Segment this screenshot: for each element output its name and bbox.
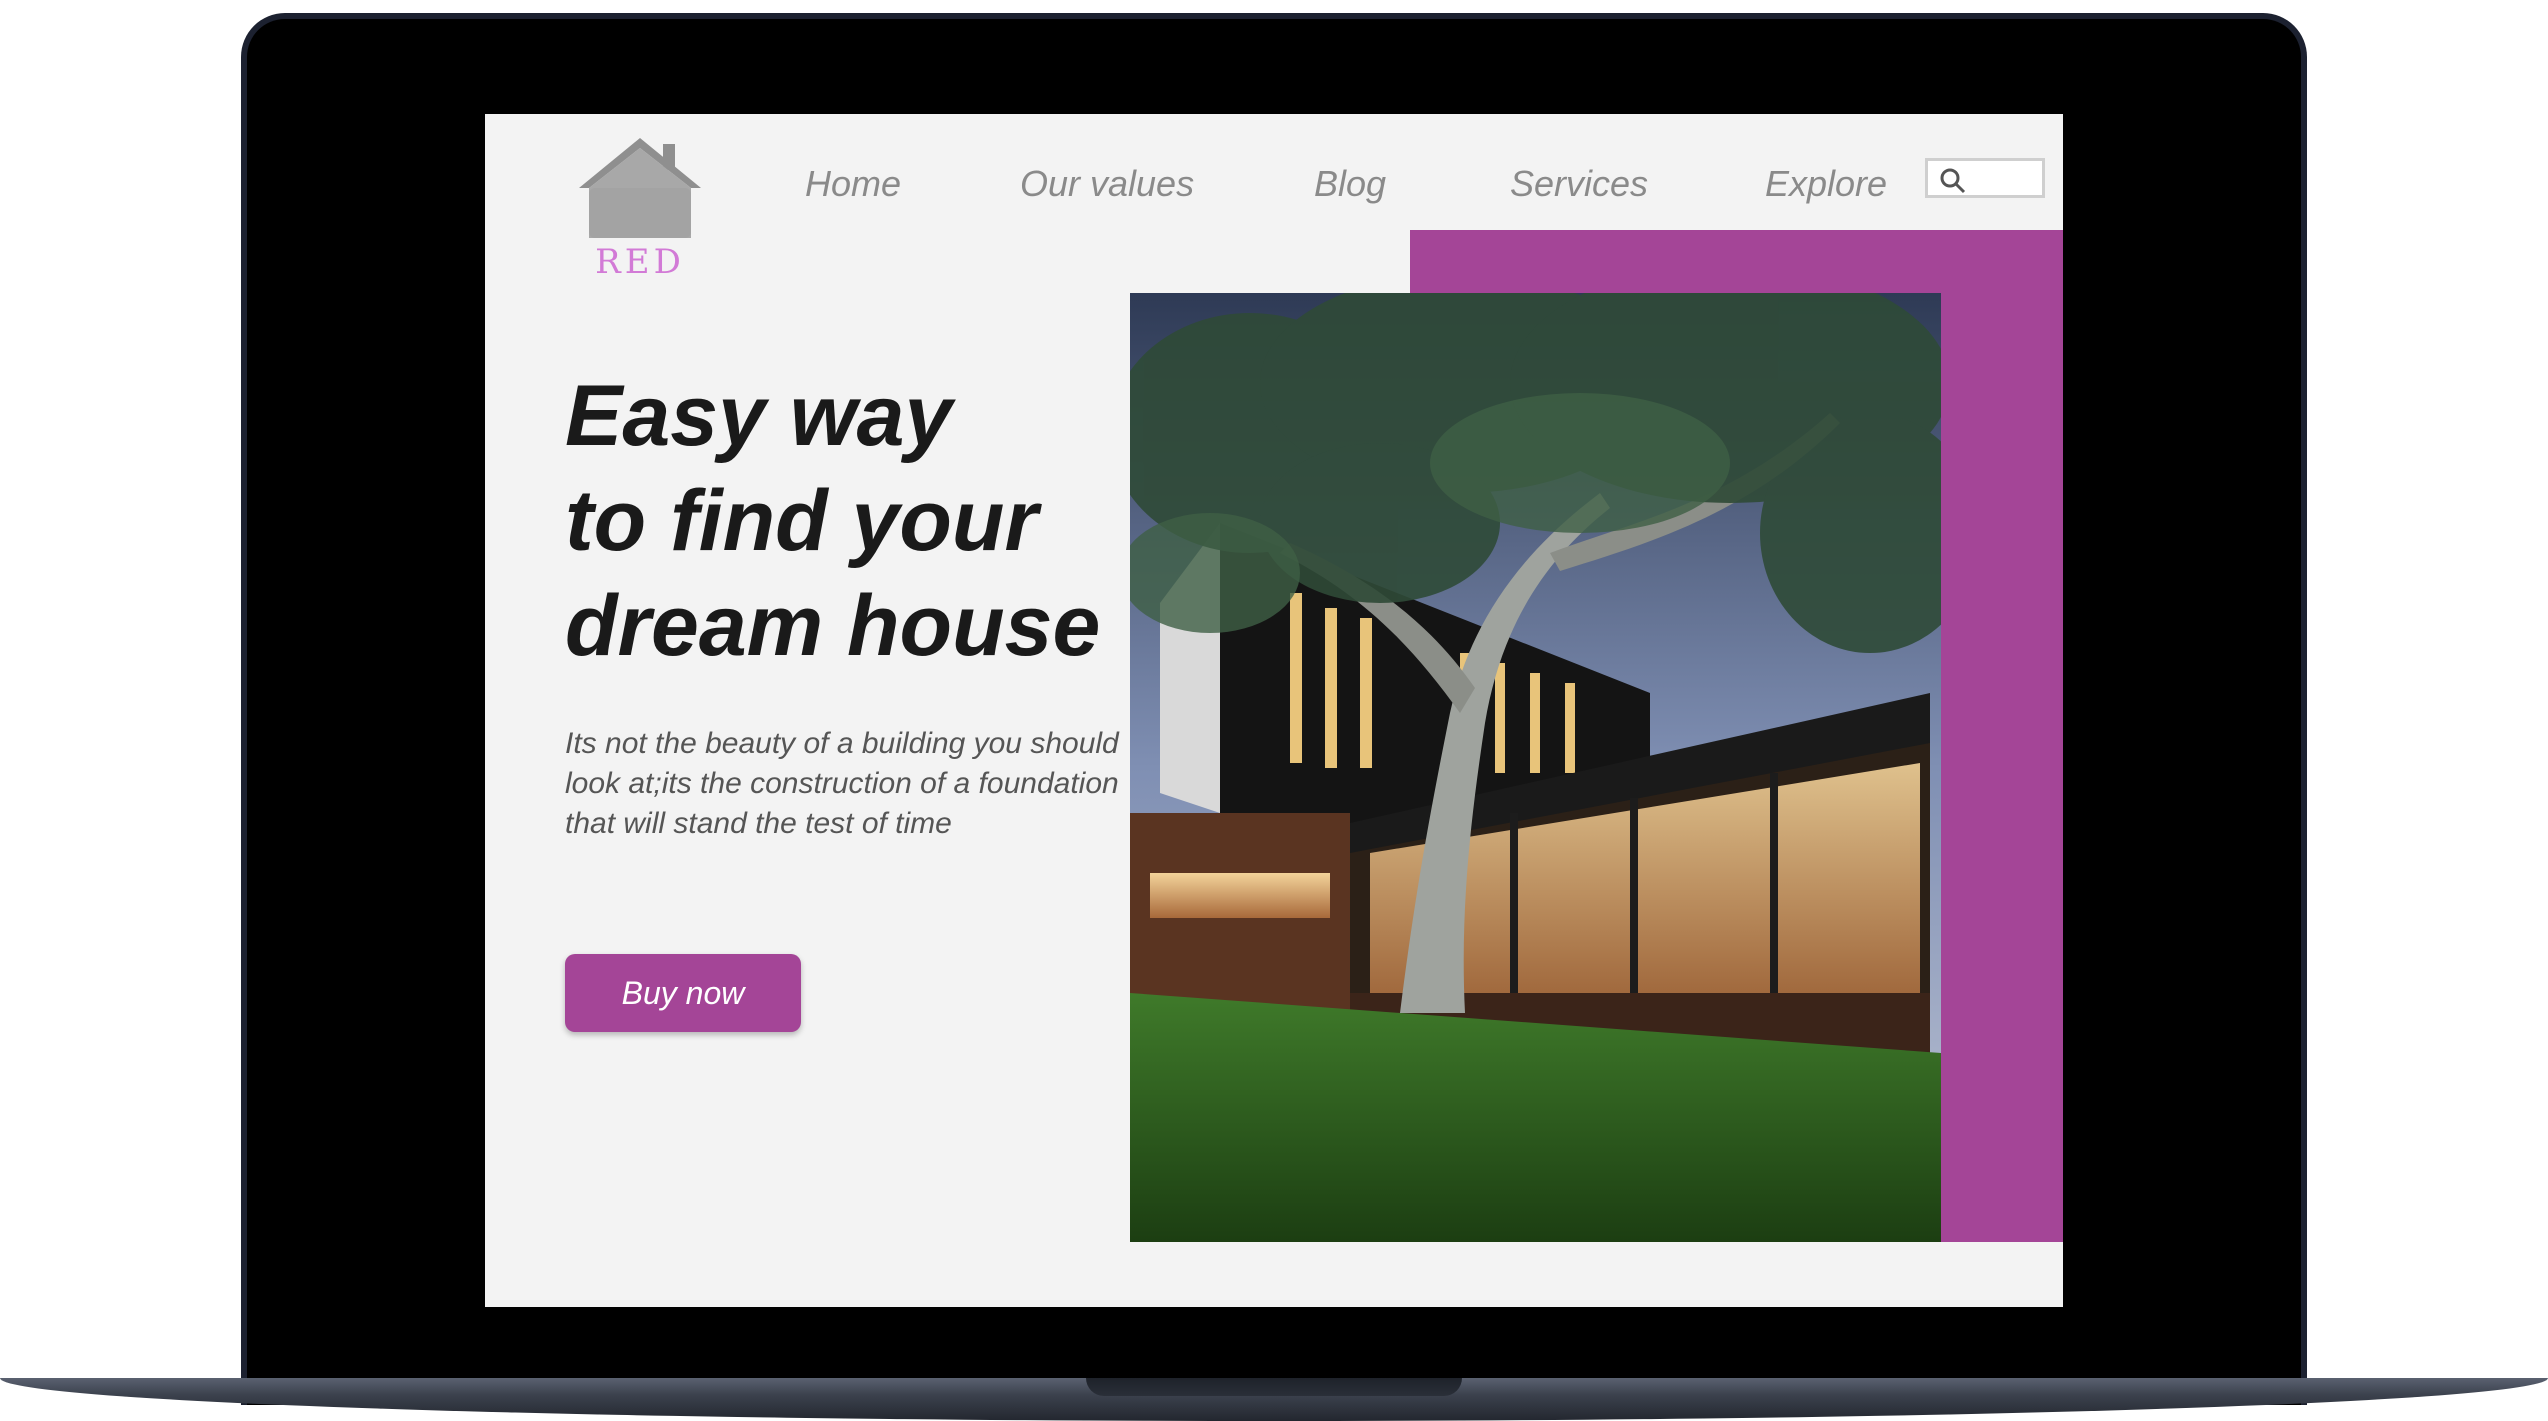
buy-now-button[interactable]: Buy now [565, 954, 801, 1032]
main-nav: Home Our values Blog Services Explore [485, 154, 2063, 214]
search-input[interactable] [1925, 158, 2045, 198]
website-screen: RED Home Our values Blog Services Explor… [485, 114, 2063, 1307]
nav-home[interactable]: Home [805, 154, 901, 214]
nav-explore[interactable]: Explore [1765, 154, 1887, 214]
hero-house-image [1130, 293, 1941, 1242]
headline-line-1: Easy way [565, 368, 953, 464]
nav-blog[interactable]: Blog [1314, 154, 1386, 214]
headline-line-3: dream house [565, 578, 1101, 674]
search-icon[interactable] [1938, 166, 1968, 196]
laptop-notch [1086, 1378, 1462, 1396]
logo-text: RED [595, 242, 685, 282]
headline-line-2: to find your [565, 473, 1038, 569]
hero-tagline: Its not the beauty of a building you sho… [565, 727, 1119, 840]
nav-our-values[interactable]: Our values [1020, 154, 1194, 214]
nav-services[interactable]: Services [1510, 154, 1648, 214]
hero-headline: Easy way to find your dream house [565, 364, 1100, 679]
